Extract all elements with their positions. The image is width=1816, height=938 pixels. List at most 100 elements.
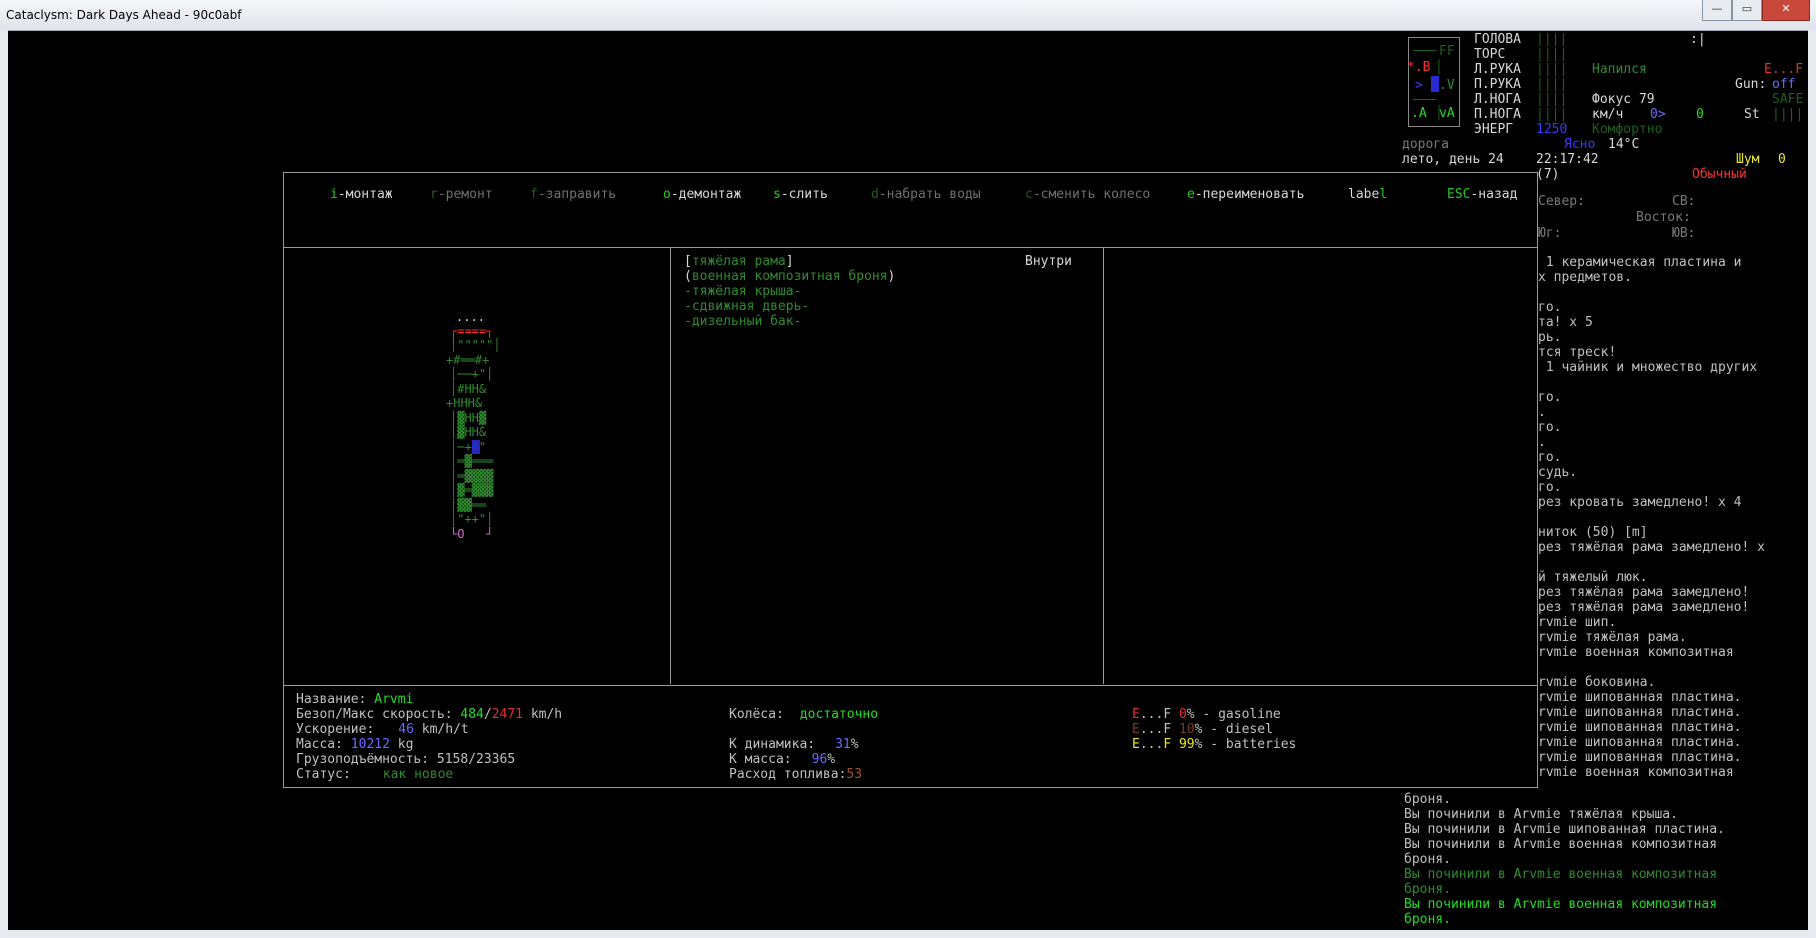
bodypart-label: ТОРС [1474,47,1506,62]
fuel-use-label: Расход топлива: [729,767,847,782]
tank-gasoline: E...F 0% - gasoline [1132,707,1281,722]
log-line: броня. [1404,792,1451,807]
stamina-bar: |||| [1772,107,1804,122]
log-line: . [1538,435,1546,450]
cmd-rename[interactable]: e-переименовать [1187,187,1304,202]
message-log: 1 керамическая пластина и х предметов. г… [1538,255,1808,810]
window-titlebar: Cataclysm: Dark Days Ahead - 90c0abf — ▭… [0,0,1816,31]
kdyn-value: 31 [835,737,851,752]
log-line: Вы починили в Arvmie военная композитная [1404,837,1718,852]
fuel-gauge: E...F [1764,62,1804,77]
noise-value: 0 [1778,152,1786,167]
log-line: броня. [1404,852,1451,867]
status-value: как новое [382,767,454,782]
vehicle-row: └O ┘ [450,527,494,541]
minimap-b: *.B [1407,60,1431,75]
vehicle-row: ┌====┐ [450,324,494,338]
log-line: броня. [1404,882,1451,897]
cmd-install[interactable]: i-монтаж [330,187,393,202]
vehicle-row: │▓HH▓ [450,411,487,425]
log-line: rvmie шипованная пластина. [1538,720,1742,735]
cmd-repair[interactable]: r-ремонт [430,187,493,202]
log-line: й тяжелый люк. [1538,570,1648,585]
minimize-button[interactable]: — [1702,0,1732,21]
vehicle-name: Arvmi [374,692,414,707]
bodypart-label: П.РУКА [1474,77,1521,92]
bodypart-label: П.НОГА [1474,107,1521,122]
speed-current: 0 [1696,107,1704,122]
log-line: rvmie тяжёлая рама. [1538,630,1687,645]
cursor-indicator: :| [1690,32,1706,47]
log-line: Вы починили в Arvmie шипованная пластина… [1404,822,1725,837]
wheels-label: Колёса: [729,707,784,722]
power-value: 1250 [1536,122,1568,137]
game-terminal[interactable]: ─── FF *.B │ > .V ─── .A │ vA ГОЛОВА |||… [8,30,1808,930]
log-line: судь. [1538,465,1578,480]
log-line: тся треск! [1538,345,1617,360]
part-item[interactable]: (военная композитная броня) [684,269,895,284]
cmd-refill[interactable]: f-заправить [530,187,616,202]
window-border-left [0,30,8,938]
close-button[interactable]: ✕ [1762,0,1810,21]
vehicle-row: │#HH& [450,382,487,396]
comfort-status: Комфортно [1592,122,1663,137]
minimap: ─── FF *.B │ > .V ─── .A │ vA [1407,37,1460,127]
log-line: рез кровать замедлено! x 4 [1538,495,1742,510]
cmd-fill-water[interactable]: d-набрать воды [871,187,981,202]
bodypart-bar: |||| [1536,62,1568,77]
log-line: Вы починили в Arvmie тяжёлая крыша. [1404,807,1678,822]
compass-se: ЮВ: [1672,226,1696,241]
log-line: рез тяжёлая рама замедлено! [1538,585,1750,600]
bodypart-label: ЭНЕРГ [1474,122,1514,137]
log-line: 1 чайник и множество других [1538,360,1758,375]
speed-target: 0> [1650,107,1666,122]
log-line: рез тяжёлая рама замедлено! x [1538,540,1765,555]
vehicle-row: │═▓▓▓▓ [450,469,494,483]
move-mode: Обычный [1692,167,1747,182]
bodypart-label: Л.РУКА [1474,62,1521,77]
cmd-remove[interactable]: o-демонтаж [663,187,741,202]
cmd-label[interactable]: label [1348,187,1387,202]
log-line: го. [1538,450,1562,465]
temperature: 14°C [1608,137,1640,152]
vehicle-map-pane[interactable]: .... ┌====┐ │"""""│ +#══#+ │──+"│ │#HH& … [284,248,671,684]
location-label: Внутри [1025,254,1072,269]
log-line: х предметов. [1538,270,1632,285]
speed-unit: км/ч [1592,107,1624,122]
vehicle-row: │"++"│ [450,512,494,526]
log-line: го. [1538,420,1562,435]
minimap-v: .V [1439,78,1455,93]
part-item[interactable]: -сдвижная дверь- [684,299,809,314]
kmass-label: К масса: [729,752,792,767]
window-border-bottom [0,930,1816,938]
log-line: ниток (50) [m] [1538,525,1648,540]
log-line: та! x 5 [1538,315,1593,330]
window-controls: — ▭ ✕ [1702,0,1810,21]
log-line: рез тяжёлая рама замедлено! [1538,600,1750,615]
part-item[interactable]: -тяжёлая крыша- [684,284,801,299]
vehicle-row: │═▓═══ [450,454,494,468]
mass-label: Масса: [296,737,351,752]
moves: (7) [1536,167,1560,182]
command-menu: i-монтаж r-ремонт f-заправить o-демонтаж… [284,173,1537,248]
cmd-siphon[interactable]: s-слить [773,187,828,202]
bodypart-bar: |||| [1536,107,1568,122]
log-line: 1 керамическая пластина и [1538,255,1742,270]
compass-ne: СВ: [1672,194,1696,209]
log-line: rvmie военная композитная [1538,765,1734,780]
stamina-label: St [1744,107,1760,122]
maximize-button[interactable]: ▭ [1732,0,1762,21]
cmd-change-tire[interactable]: c-сменить колесо [1025,187,1150,202]
minimap-arrow: > [1415,78,1423,93]
name-label: Название: [296,692,375,707]
minimap-a: .A [1411,106,1427,121]
vehicle-row: │"""""│ [450,338,501,352]
log-line: rvmie шипованная пластина. [1538,735,1742,750]
log-line: rvmie шипованная пластина. [1538,750,1742,765]
part-item[interactable]: -дизельный бак- [684,314,801,329]
compass-south: Юг: [1538,226,1562,241]
part-item[interactable]: [тяжёлая рама] [684,254,794,269]
cargo-value: 5158/23365 [436,752,516,767]
terrain-name: дорога [1402,137,1449,152]
cmd-escape[interactable]: ESC-назад [1447,187,1517,202]
